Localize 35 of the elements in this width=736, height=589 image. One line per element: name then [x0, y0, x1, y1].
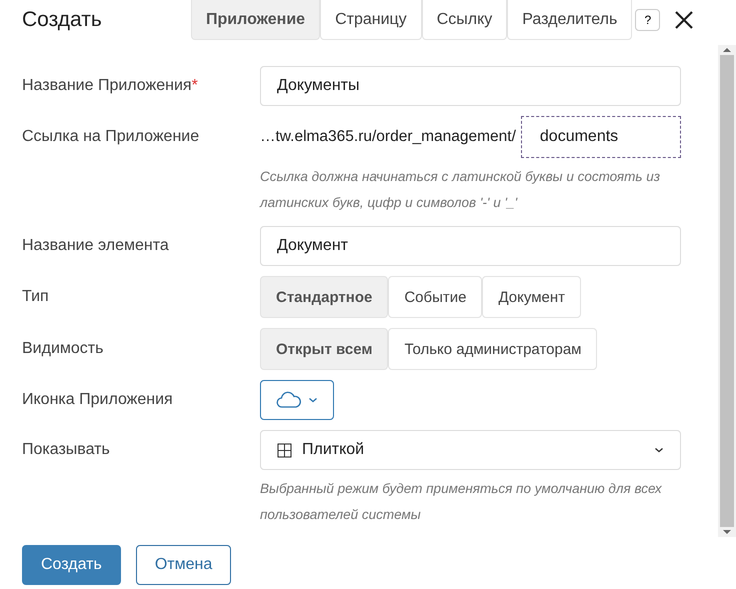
view-select[interactable]: Плиткой [260, 430, 681, 470]
segment-button[interactable]: Стандартное [260, 276, 388, 318]
field-label: Иконка Приложения [22, 391, 173, 408]
dialog-title: Создать [22, 8, 103, 32]
chevron-down-icon [308, 397, 318, 403]
tab[interactable]: Приложение [191, 0, 320, 40]
input-field[interactable]: documents [520, 116, 681, 158]
segment-button[interactable]: Документ [482, 276, 582, 318]
icon-picker[interactable] [260, 380, 334, 420]
field-label: Ссылка на Приложение [22, 128, 200, 145]
segment-button[interactable]: Открыт всем [260, 328, 388, 370]
grid-icon [277, 442, 292, 458]
chevron-down-icon [654, 447, 664, 453]
field-label: Название Приложения [22, 77, 192, 94]
help-button[interactable]: ? [635, 9, 660, 31]
create-button[interactable]: Создать [22, 545, 121, 585]
hint-text: Выбранный режим будет применяться по умолчанию для всех пользователей системы [260, 480, 663, 524]
required-mark: * [192, 77, 198, 94]
tab[interactable]: Страницу [320, 0, 422, 40]
tab[interactable]: Ссылку [422, 0, 508, 40]
field-label: Показывать [22, 441, 110, 458]
field-label: Видимость [22, 340, 104, 357]
hint-text: Ссылка должна начинаться с латинской буквы и состоять из латинских букв, цифр и символов '-' и '_' [260, 168, 661, 212]
cancel-button[interactable]: Отмена [136, 545, 232, 585]
cloud-icon [276, 391, 302, 409]
field-label: Название элемента [22, 237, 169, 254]
tab[interactable]: Разделитель [507, 0, 632, 40]
segment-button[interactable]: Только администраторам [388, 328, 598, 370]
field-label: Тип [22, 288, 49, 305]
close-icon[interactable] [674, 10, 694, 30]
segment-button[interactable]: Событие [388, 276, 482, 318]
url-prefix: …tw.elma365.ru/order_management/ [260, 128, 516, 146]
scrollbar-thumb[interactable] [720, 55, 734, 527]
input-field[interactable]: Документы [260, 66, 681, 106]
input-field[interactable]: Документ [260, 226, 681, 266]
